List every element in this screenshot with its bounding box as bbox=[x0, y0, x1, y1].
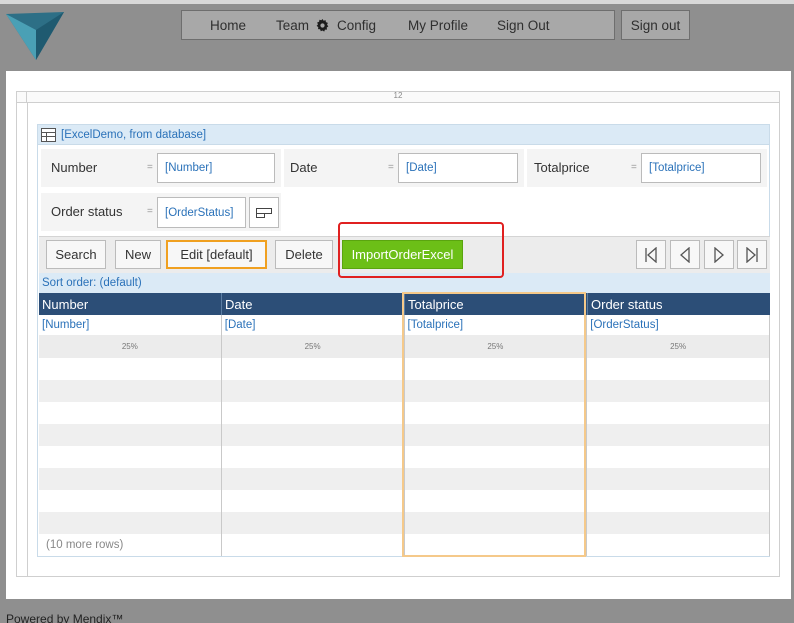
field-totalprice-operator: = bbox=[631, 162, 637, 173]
field-number-operator: = bbox=[147, 162, 153, 173]
date-input[interactable]: [Date] bbox=[398, 153, 518, 183]
field-date-label: Date bbox=[290, 160, 318, 175]
powered-by-footer: Powered by Mendix™ bbox=[6, 612, 124, 623]
field-order-status: Order status = [OrderStatus] bbox=[41, 193, 281, 231]
field-number: Number = [Number] bbox=[41, 149, 281, 187]
column-width-label: 25% bbox=[39, 335, 222, 358]
number-input[interactable]: [Number] bbox=[157, 153, 275, 183]
sign-out-button[interactable]: Sign out bbox=[621, 10, 690, 40]
field-totalprice-label: Totalprice bbox=[534, 160, 590, 175]
first-page-button[interactable] bbox=[636, 240, 666, 269]
column-attribute-date: [Date] bbox=[222, 315, 405, 335]
field-date: Date = [Date] bbox=[284, 149, 524, 187]
column-header-order-status[interactable]: Order status bbox=[588, 293, 770, 315]
order-status-input[interactable]: [OrderStatus] bbox=[157, 197, 246, 228]
next-page-icon bbox=[714, 246, 724, 263]
import-button-highlight bbox=[338, 222, 504, 278]
data-view-title: [ExcelDemo, from database] bbox=[61, 128, 207, 141]
field-number-label: Number bbox=[51, 160, 98, 175]
selected-column-highlight bbox=[402, 292, 586, 557]
ruler-label: 12 bbox=[393, 91, 403, 100]
data-view-header: [ExcelDemo, from database] bbox=[38, 125, 769, 145]
browser-top-strip bbox=[0, 0, 794, 4]
column-header-date[interactable]: Date bbox=[222, 293, 405, 315]
more-rows-label: (10 more rows) bbox=[39, 534, 222, 556]
gear-icon bbox=[316, 18, 329, 32]
column-width-label: 25% bbox=[222, 335, 405, 358]
nav-sign-out[interactable]: Sign Out bbox=[497, 18, 550, 33]
totalprice-input[interactable]: [Totalprice] bbox=[641, 153, 761, 183]
edit-default-button[interactable]: Edit [default] bbox=[166, 240, 267, 269]
search-button[interactable]: Search bbox=[46, 240, 106, 269]
first-page-icon bbox=[645, 246, 657, 263]
dropdown-select-icon bbox=[256, 207, 272, 218]
nav-team[interactable]: Team bbox=[276, 18, 309, 33]
data-view-icon bbox=[41, 127, 56, 142]
previous-page-button[interactable] bbox=[670, 240, 700, 269]
nav-home[interactable]: Home bbox=[210, 18, 246, 33]
field-date-operator: = bbox=[388, 162, 394, 173]
column-width-label: 25% bbox=[587, 335, 770, 358]
column-attribute-number: [Number] bbox=[39, 315, 222, 335]
column-header-number[interactable]: Number bbox=[39, 293, 222, 315]
nav-config[interactable]: Config bbox=[316, 18, 376, 33]
last-page-icon bbox=[746, 246, 758, 263]
app-logo[interactable] bbox=[2, 6, 66, 62]
previous-page-icon bbox=[680, 246, 690, 263]
new-button[interactable]: New bbox=[115, 240, 161, 269]
field-totalprice: Totalprice = [Totalprice] bbox=[527, 149, 767, 187]
watermark-text: Mendix bbox=[703, 580, 758, 599]
nav-my-profile[interactable]: My Profile bbox=[408, 18, 468, 33]
nav-config-label: Config bbox=[337, 17, 377, 33]
mendix-watermark: Mendix bbox=[672, 580, 758, 600]
wechat-icon bbox=[672, 580, 697, 599]
field-order-status-label: Order status bbox=[51, 204, 123, 219]
main-navigation: Home Team Config My Profile Sign Out bbox=[181, 10, 615, 40]
select-dropdown-button[interactable] bbox=[249, 197, 279, 228]
next-page-button[interactable] bbox=[704, 240, 734, 269]
column-attribute-order-status: [OrderStatus] bbox=[587, 315, 770, 335]
last-page-button[interactable] bbox=[737, 240, 767, 269]
delete-button[interactable]: Delete bbox=[275, 240, 333, 269]
field-order-status-operator: = bbox=[147, 206, 153, 217]
